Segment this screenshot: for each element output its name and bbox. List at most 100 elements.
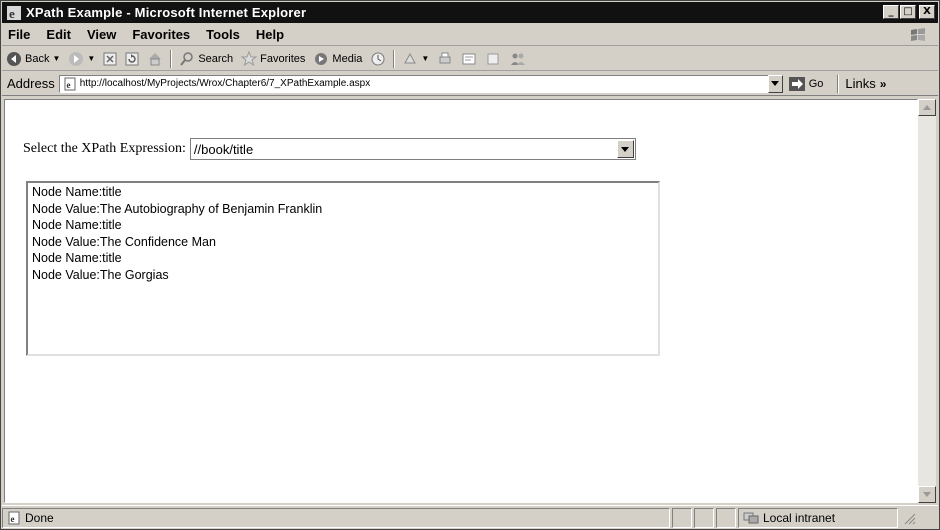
chevron-down-icon	[771, 81, 780, 86]
discuss-button[interactable]	[481, 48, 505, 70]
ie-logo-icon: e	[7, 5, 21, 21]
menu-edit[interactable]: Edit	[38, 27, 79, 42]
links-button[interactable]: Links	[845, 76, 875, 91]
security-zone-text: Local intranet	[763, 510, 836, 525]
svg-text:e: e	[66, 80, 70, 90]
go-label: Go	[808, 77, 824, 90]
favorites-button[interactable]: Favorites	[237, 48, 309, 70]
output-line: Node Name:title	[32, 218, 122, 232]
print-icon	[439, 52, 451, 63]
star-icon	[241, 50, 258, 66]
toolbar-separator	[393, 49, 396, 68]
output-line: Node Name:title	[32, 185, 122, 199]
status-panel	[672, 507, 692, 528]
stop-icon	[103, 52, 117, 65]
chevron-down-icon	[621, 146, 630, 152]
page-done-icon: e	[8, 511, 20, 524]
print-button[interactable]	[433, 48, 457, 70]
address-label: Address	[7, 76, 55, 91]
status-bar: e Done Local intranet	[2, 505, 938, 529]
status-main-panel: e Done	[2, 507, 670, 528]
address-input[interactable]: e http://localhost/MyProjects/Wrox/Chapt…	[58, 74, 769, 93]
mail-button[interactable]: ▼	[398, 48, 433, 70]
local-intranet-icon	[743, 512, 759, 523]
forward-dropdown-icon[interactable]: ▼	[87, 54, 95, 63]
messenger-icon	[511, 53, 526, 65]
history-button[interactable]	[366, 48, 390, 70]
links-chevron-icon[interactable]: »	[880, 77, 887, 91]
status-panel	[694, 507, 714, 528]
title-bar: e XPath Example - Microsoft Internet Exp…	[2, 2, 938, 23]
status-panel	[716, 507, 736, 528]
output-line: Node Name:title	[32, 251, 122, 265]
window-title: XPath Example - Microsoft Internet Explo…	[26, 5, 307, 20]
security-zone-panel: Local intranet	[738, 507, 898, 528]
xpath-selector-row: Select the XPath Expression: //book/titl…	[23, 138, 636, 160]
windows-logo-icon	[911, 28, 925, 41]
menu-view[interactable]: View	[79, 27, 124, 42]
output-line: Node Value:The Confidence Man	[32, 234, 216, 249]
mail-icon	[404, 52, 417, 63]
arrow-down-icon	[923, 492, 931, 497]
back-label: Back	[25, 52, 50, 65]
window-controls: _ □ X	[883, 5, 935, 19]
menu-file[interactable]: File	[2, 27, 38, 42]
xpath-select-value: //book/title	[193, 141, 254, 157]
refresh-icon	[125, 52, 139, 65]
messenger-button[interactable]	[505, 48, 531, 70]
back-dropdown-icon[interactable]: ▼	[52, 54, 60, 63]
page-icon: e	[64, 77, 76, 90]
xpath-select-dropdown-button[interactable]	[616, 140, 634, 158]
browser-window: e XPath Example - Microsoft Internet Exp…	[0, 0, 940, 530]
vertical-scrollbar[interactable]	[918, 99, 936, 503]
search-icon	[180, 51, 194, 66]
stop-button[interactable]	[99, 48, 121, 70]
arrow-up-icon	[923, 105, 931, 110]
output-line: Node Value:The Gorgias	[32, 267, 169, 282]
refresh-button[interactable]	[121, 48, 143, 70]
media-icon	[315, 52, 328, 65]
output-line: Node Value:The Autobiography of Benjamin…	[32, 201, 323, 216]
edit-page-icon	[462, 53, 476, 64]
toolbar-separator	[170, 49, 173, 68]
standard-toolbar: Back ▼ ▼ Search Favorites Media ▼	[2, 47, 938, 71]
menu-tools[interactable]: Tools	[198, 27, 248, 42]
xpath-select[interactable]: //book/title	[189, 138, 636, 160]
go-button[interactable]: Go	[788, 76, 824, 91]
media-button[interactable]: Media	[309, 48, 366, 70]
address-bar: Address e http://localhost/MyProjects/Wr…	[2, 72, 938, 96]
address-url: http://localhost/MyProjects/Wrox/Chapter…	[79, 78, 371, 89]
media-label: Media	[332, 52, 363, 65]
links-separator	[837, 74, 840, 93]
back-button[interactable]: Back ▼	[2, 48, 64, 70]
search-label: Search	[198, 52, 234, 65]
menu-bar: File Edit View Favorites Tools Help	[2, 24, 938, 46]
svg-text:e: e	[9, 6, 15, 21]
xpath-label: Select the XPath Expression:	[23, 141, 186, 156]
address-dropdown-button[interactable]	[767, 74, 783, 93]
maximize-button[interactable]: □	[900, 5, 916, 19]
favorites-label: Favorites	[260, 52, 306, 65]
mail-dropdown-icon[interactable]: ▼	[421, 54, 429, 63]
home-button[interactable]	[143, 48, 167, 70]
minimize-button[interactable]: _	[883, 5, 899, 19]
discuss-icon	[487, 53, 499, 64]
menu-help[interactable]: Help	[248, 27, 292, 42]
status-text: Done	[25, 510, 54, 525]
home-icon	[149, 52, 162, 65]
go-arrow-icon	[788, 76, 805, 91]
edit-page-button[interactable]	[457, 48, 481, 70]
forward-button[interactable]: ▼	[64, 48, 99, 70]
history-icon	[371, 52, 385, 65]
close-button[interactable]: X	[919, 5, 935, 19]
search-button[interactable]: Search	[175, 48, 237, 70]
back-arrow-icon	[7, 51, 21, 66]
scroll-up-button[interactable]	[918, 99, 936, 116]
scroll-down-button[interactable]	[918, 486, 936, 503]
page-content: Select the XPath Expression: //book/titl…	[4, 99, 918, 503]
resize-grip-icon[interactable]	[902, 511, 916, 525]
output-textarea[interactable]: Node Name:title Node Value:The Autobiogr…	[26, 181, 660, 356]
forward-arrow-icon	[69, 51, 84, 66]
svg-text:e: e	[11, 514, 15, 524]
menu-favorites[interactable]: Favorites	[124, 27, 198, 42]
